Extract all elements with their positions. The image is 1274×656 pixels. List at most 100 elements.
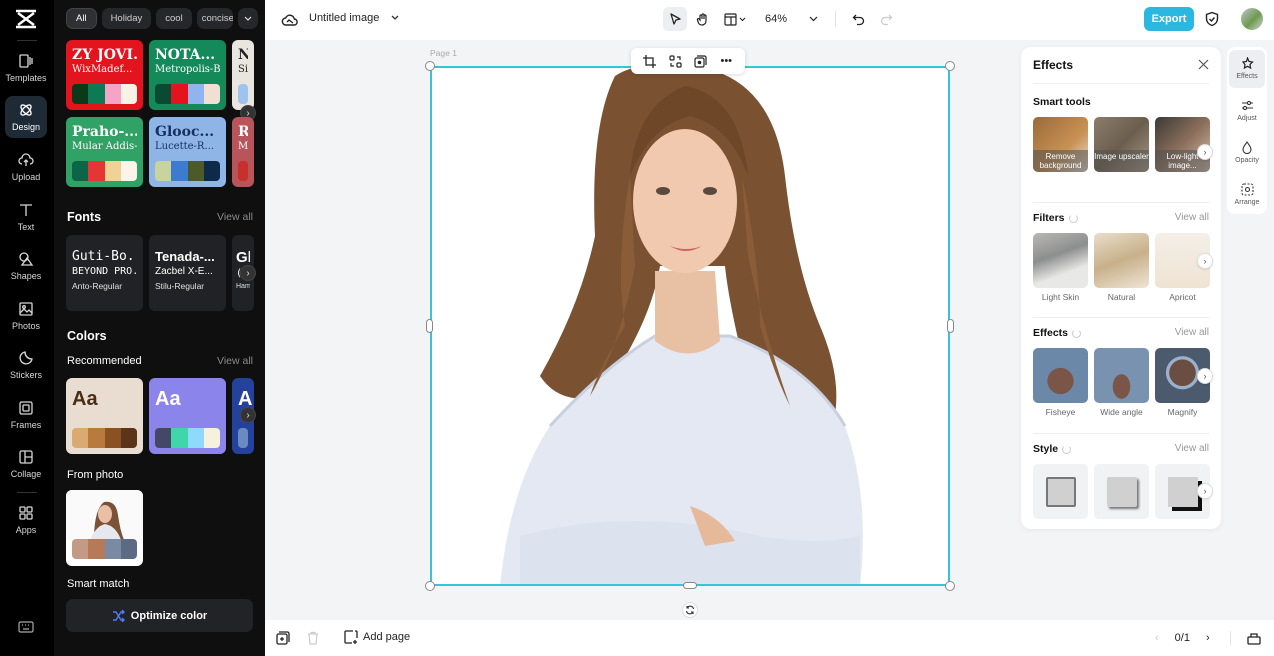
template-card[interactable]: ZY JOVI...WixMadef... (66, 40, 143, 110)
tool-effects[interactable]: Effects (1229, 50, 1265, 88)
add-page-icon (344, 630, 358, 644)
template-card[interactable]: RuMo (232, 117, 254, 187)
undo-button[interactable] (846, 7, 870, 31)
style-view-all-link[interactable]: View all (1175, 443, 1209, 454)
font-name: Tenada-... (155, 249, 215, 264)
pages-panel-icon[interactable] (1246, 631, 1261, 645)
remove-background-tool[interactable]: Remove background (1033, 117, 1088, 172)
effect-fisheye[interactable]: Fisheye (1033, 348, 1088, 417)
scroll-right-button[interactable]: › (1197, 253, 1213, 269)
font-card[interactable]: Guti-Bo... BEYOND PRO... Anto-Regular (66, 235, 143, 311)
crop-icon[interactable] (643, 54, 657, 68)
tool-arrange[interactable]: Arrange (1229, 176, 1265, 214)
redo-button[interactable] (874, 7, 898, 31)
photo-palette-card[interactable] (66, 490, 143, 566)
next-page-button[interactable]: › (1206, 632, 1210, 644)
effect-wide-angle[interactable]: Wide angle (1094, 348, 1149, 417)
rail-item-upload[interactable]: Upload (5, 146, 47, 188)
user-avatar[interactable] (1241, 8, 1263, 30)
resize-handle-bottom[interactable] (683, 582, 697, 589)
template-row-1: ZY JOVI...WixMadef... NOTA...Metropolis-… (66, 40, 254, 110)
scroll-right-button[interactable]: › (1197, 144, 1213, 160)
rail-item-design[interactable]: Design (5, 96, 47, 138)
template-card[interactable]: NOTA...Metropolis-B... (149, 40, 226, 110)
filters-view-all-link[interactable]: View all (1175, 212, 1209, 223)
chip-cool[interactable]: cool (156, 8, 192, 29)
layout-menu-button[interactable] (719, 7, 751, 31)
scroll-right-button[interactable]: › (1197, 483, 1213, 499)
rail-item-shapes[interactable]: Shapes (5, 245, 47, 287)
scroll-right-button[interactable]: › (240, 265, 256, 281)
template-card[interactable]: Glooc... Lucette-R... (149, 117, 226, 187)
chips-expand-button[interactable] (237, 8, 258, 29)
rail-item-photos[interactable]: Photos (5, 295, 47, 337)
template-card[interactable]: Praho-...Mular Addis-... (66, 117, 143, 187)
filter-label: Apricot (1169, 292, 1196, 302)
zoom-dropdown-button[interactable] (801, 7, 825, 31)
rotate-handle[interactable] (682, 602, 698, 618)
scroll-right-button[interactable]: › (240, 407, 256, 423)
replace-icon[interactable] (668, 54, 682, 68)
resize-handle-bottom-right[interactable] (945, 581, 955, 591)
duplicate-icon[interactable] (694, 54, 708, 68)
scroll-right-button[interactable]: › (1197, 368, 1213, 384)
template-title: NOTA... (155, 47, 216, 63)
fonts-view-all-link[interactable]: View all (217, 211, 253, 223)
filter-natural[interactable]: Natural (1094, 233, 1149, 302)
palette-card[interactable]: Aa (66, 378, 143, 454)
zoom-level[interactable]: 64% (755, 7, 797, 31)
image-upscaler-tool[interactable]: Image upscaler (1094, 117, 1149, 172)
rail-item-text[interactable]: Text (5, 196, 47, 238)
shield-check-icon[interactable] (1204, 11, 1220, 27)
canvas-page[interactable] (430, 66, 950, 586)
font-pair: Ham (236, 283, 250, 290)
duplicate-page-icon[interactable] (276, 631, 290, 645)
toolbar-divider (835, 11, 836, 27)
chip-all[interactable]: All (66, 8, 97, 29)
close-icon[interactable] (1198, 59, 1209, 70)
resize-handle-bottom-left[interactable] (425, 581, 435, 591)
hand-tool-button[interactable] (691, 7, 715, 31)
document-title[interactable]: Untitled image (309, 12, 379, 24)
tool-label: Adjust (1237, 115, 1257, 122)
keyboard-shortcuts-icon[interactable] (18, 621, 34, 633)
rail-item-collage[interactable]: Collage (5, 443, 47, 485)
chip-concise[interactable]: concise (196, 8, 233, 29)
previous-page-button[interactable]: ‹ (1155, 632, 1159, 644)
rail-item-frames[interactable]: Frames (5, 394, 47, 436)
optimize-color-button[interactable]: Optimize color (66, 599, 253, 632)
effect-label: Magnify (1167, 407, 1198, 417)
rail-item-apps[interactable]: Apps (5, 499, 47, 541)
resize-handle-top-right[interactable] (945, 61, 955, 71)
woman-portrait-image[interactable] (430, 66, 950, 586)
resize-handle-left[interactable] (426, 319, 433, 333)
chevron-down-icon[interactable] (390, 12, 400, 24)
style-soft-shadow[interactable] (1094, 464, 1149, 519)
tool-adjust[interactable]: Adjust (1229, 92, 1265, 130)
delete-page-icon[interactable] (306, 631, 320, 645)
resize-handle-top-left[interactable] (425, 61, 435, 71)
style-preview (1167, 476, 1198, 507)
resize-handle-right[interactable] (947, 319, 954, 333)
chip-holiday[interactable]: Holiday (101, 8, 152, 29)
effects-view-all-link[interactable]: View all (1175, 327, 1209, 338)
cloud-sync-icon[interactable] (281, 11, 299, 29)
capcut-logo-icon[interactable] (14, 9, 38, 29)
swatch (120, 428, 137, 448)
rail-item-stickers[interactable]: Stickers (5, 344, 47, 386)
tool-opacity[interactable]: Opacity (1229, 134, 1265, 172)
export-button[interactable]: Export (1144, 7, 1194, 31)
select-tool-button[interactable] (663, 7, 687, 31)
palette-card[interactable]: Aa (149, 378, 226, 454)
style-outline[interactable] (1033, 464, 1088, 519)
rail-item-templates[interactable]: Templates (5, 47, 47, 89)
filter-light-skin[interactable]: Light Skin (1033, 233, 1088, 302)
colors-view-all-link[interactable]: View all (217, 355, 253, 367)
swatch (120, 84, 137, 104)
template-card[interactable]: NoSim (232, 40, 254, 110)
more-options-icon[interactable]: ••• (719, 54, 733, 68)
rail-label: Collage (10, 469, 42, 479)
design-icon (17, 101, 35, 119)
add-page-button[interactable]: Add page (344, 630, 410, 644)
font-card[interactable]: Tenada-... Zacbel X-E... Stilu-Regular (149, 235, 226, 311)
